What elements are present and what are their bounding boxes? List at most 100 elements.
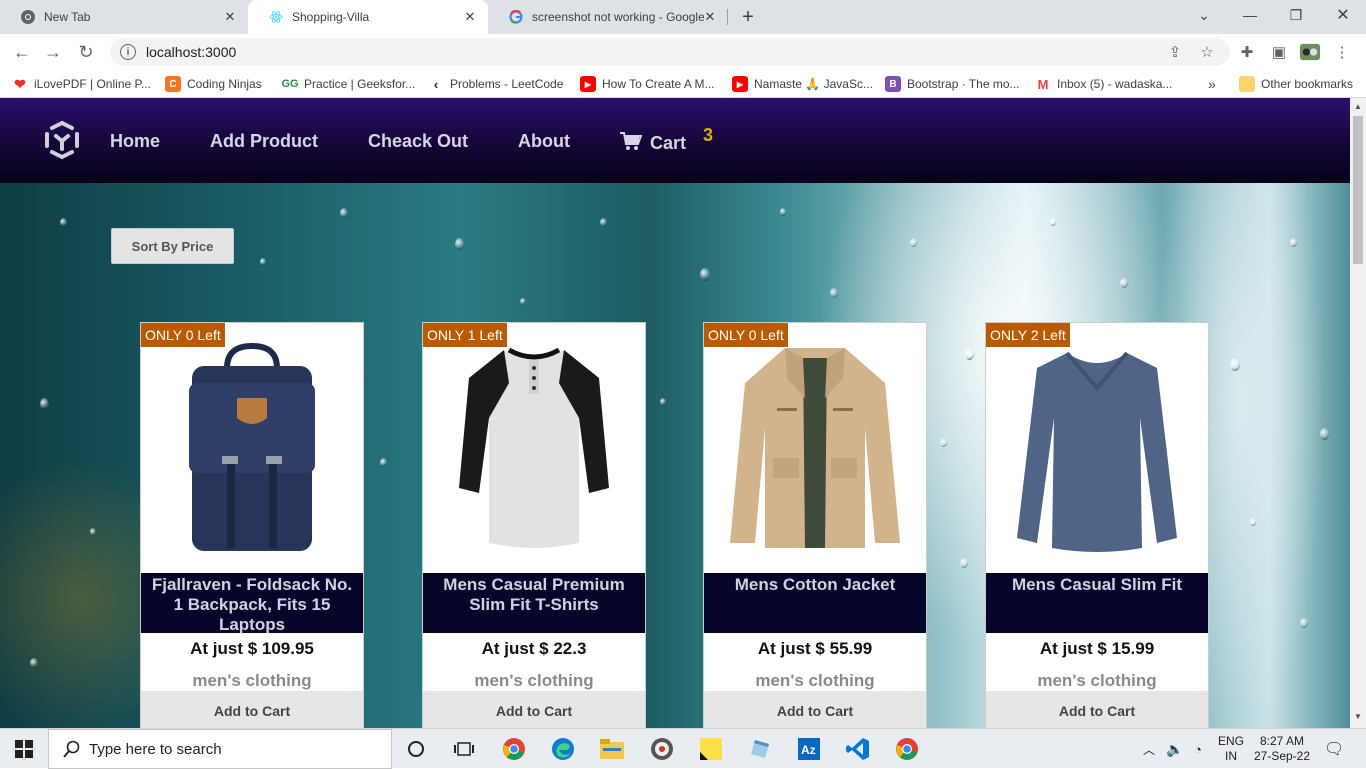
window-close-button[interactable]: ✕ [1320, 0, 1366, 30]
product-image[interactable] [986, 323, 1208, 573]
product-card: ONLY 0 Left Mens Cotton Jacket At just $… [703, 322, 927, 728]
cortana-icon[interactable] [402, 735, 430, 763]
rain-drop [260, 258, 266, 266]
product-category: men's clothing [474, 671, 594, 690]
tab-shopping-villa[interactable]: Shopping-Villa ✕ [248, 0, 488, 34]
menu-dots-icon[interactable]: ⋮ [1332, 42, 1352, 62]
new-tab-button[interactable]: + [737, 6, 759, 29]
task-view-icon[interactable] [450, 735, 478, 763]
tab-google-search[interactable]: screenshot not working - Google ✕ [488, 0, 728, 34]
bookmarks-bar: ❤ iLovePDF | Online P... C Coding Ninjas G… [0, 70, 1366, 98]
minimize-button[interactable]: — [1227, 0, 1273, 30]
language-indicator[interactable]: ENG IN [1218, 729, 1244, 769]
bookmark-coding-ninjas[interactable]: C Coding Ninjas [165, 75, 262, 93]
bookmark-ilovepdf[interactable]: ❤ iLovePDF | Online P... [12, 75, 151, 93]
rain-drop [455, 238, 464, 250]
nav-add-product[interactable]: Add Product [210, 131, 318, 152]
restore-button[interactable]: ❐ [1273, 0, 1319, 30]
notepad-icon[interactable] [746, 735, 774, 763]
tab-new-tab[interactable]: New Tab ✕ [0, 0, 248, 34]
windows-start-icon[interactable] [0, 729, 48, 769]
stock-badge: ONLY 0 Left [141, 323, 225, 347]
product-price: At just $ 15.99 [1039, 639, 1155, 658]
notifications-icon[interactable]: 🗨 [1324, 729, 1344, 769]
backpack-icon [189, 342, 315, 551]
close-icon[interactable]: ✕ [702, 9, 718, 25]
bookmark-youtube-1[interactable]: ▶ How To Create A M... [580, 75, 715, 93]
stock-badge: ONLY 1 Left [423, 323, 507, 347]
rain-drop [700, 268, 710, 281]
volume-icon[interactable]: 🔈 [1166, 729, 1183, 769]
forward-arrow-icon[interactable]: → [42, 41, 64, 63]
bookmark-gmail[interactable]: M Inbox (5) - wadaska... [1035, 75, 1173, 93]
page-background: Home Add Product Cheack Out About Cart 3… [0, 98, 1350, 728]
scrollbar-thumb[interactable] [1353, 116, 1363, 264]
close-icon[interactable]: ✕ [222, 9, 238, 25]
google-icon [508, 9, 524, 25]
tab-search-icon[interactable]: ⌄ [1181, 0, 1227, 30]
page-scrollbar[interactable]: ▲ ▼ [1350, 98, 1366, 728]
file-explorer-icon[interactable] [598, 735, 626, 763]
tab-label: Shopping-Villa [292, 10, 370, 24]
sticky-notes-icon[interactable] [697, 735, 725, 763]
product-image[interactable] [704, 323, 926, 573]
product-category: men's clothing [1037, 671, 1157, 690]
product-image[interactable] [141, 323, 363, 573]
edge-icon[interactable] [549, 735, 577, 763]
cart-icon[interactable] [620, 132, 642, 152]
rain-drop [960, 558, 968, 568]
bookmark-leetcode[interactable]: ‹ Problems - LeetCode [428, 75, 564, 93]
product-title: Mens Casual Premium Slim Fit T-Shirts [423, 573, 645, 633]
side-panel-icon[interactable]: ▣ [1269, 42, 1289, 62]
tray-chevron-icon[interactable]: ︿ [1143, 729, 1155, 769]
nav-home[interactable]: Home [110, 131, 160, 152]
close-icon[interactable]: ✕ [462, 9, 478, 25]
rain-drop [40, 398, 49, 410]
scroll-down-arrow-icon[interactable]: ▼ [1354, 712, 1362, 721]
bookmarks-overflow[interactable]: » [1208, 75, 1216, 93]
network-icon[interactable]: ◔ [1194, 729, 1202, 769]
add-to-cart-button[interactable]: Add to Cart [423, 691, 645, 728]
product-category: men's clothing [755, 671, 875, 690]
share-icon[interactable]: ⇪ [1165, 42, 1185, 62]
chrome-taskbar-icon[interactable] [500, 735, 528, 763]
info-icon[interactable]: i [120, 44, 136, 60]
nav-checkout[interactable]: Cheack Out [368, 131, 468, 152]
other-bookmarks[interactable]: Other bookmarks [1239, 75, 1353, 93]
scroll-up-arrow-icon[interactable]: ▲ [1354, 102, 1362, 111]
clock[interactable]: 8:27 AM 27-Sep-22 [1252, 729, 1312, 769]
site-logo-icon[interactable] [42, 120, 82, 160]
product-image[interactable] [423, 323, 645, 573]
coding-ninjas-icon: C [165, 76, 181, 92]
add-to-cart-button[interactable]: Add to Cart [141, 691, 363, 728]
extensions-icon[interactable]: ✚ [1237, 42, 1257, 62]
region-code: IN [1225, 749, 1237, 763]
gfg-icon: GG [281, 78, 299, 90]
sort-by-price-button[interactable]: Sort By Price [111, 228, 234, 264]
vscode-icon[interactable] [844, 735, 872, 763]
rain-drop [1230, 358, 1240, 371]
address-bar[interactable]: i localhost:3000 [110, 38, 1230, 66]
add-to-cart-button[interactable]: Add to Cart [986, 691, 1208, 728]
profile-avatar[interactable] [1300, 42, 1320, 62]
chrome-taskbar-icon-2[interactable] [893, 735, 921, 763]
back-arrow-icon[interactable]: ← [11, 41, 33, 63]
star-icon[interactable]: ☆ [1197, 42, 1217, 62]
cart-count-badge: 3 [703, 125, 714, 145]
media-app-icon[interactable] [648, 735, 676, 763]
search-placeholder: Type here to search [89, 740, 222, 758]
product-title: Fjallraven - Foldsack No. 1 Backpack, Fi… [141, 573, 363, 634]
rain-drop [1050, 218, 1056, 226]
reload-icon[interactable]: ↻ [75, 41, 97, 63]
bookmark-bootstrap[interactable]: B Bootstrap · The mo... [885, 75, 1020, 93]
nav-cart[interactable]: Cart [650, 133, 686, 154]
taskbar-search-input[interactable]: Type here to search [48, 729, 392, 769]
nav-about[interactable]: About [518, 131, 570, 152]
clock-date: 27-Sep-22 [1253, 749, 1311, 763]
azure-data-icon[interactable]: Az [795, 735, 823, 763]
add-to-cart-button[interactable]: Add to Cart [704, 691, 926, 728]
bookmark-geeksforgeeks[interactable]: GG Practice | Geeksfor... [281, 75, 415, 93]
rain-drop [1320, 428, 1329, 440]
rain-drop [30, 658, 38, 668]
bookmark-youtube-2[interactable]: ▶ Namaste 🙏 JavaSc... [732, 75, 873, 93]
